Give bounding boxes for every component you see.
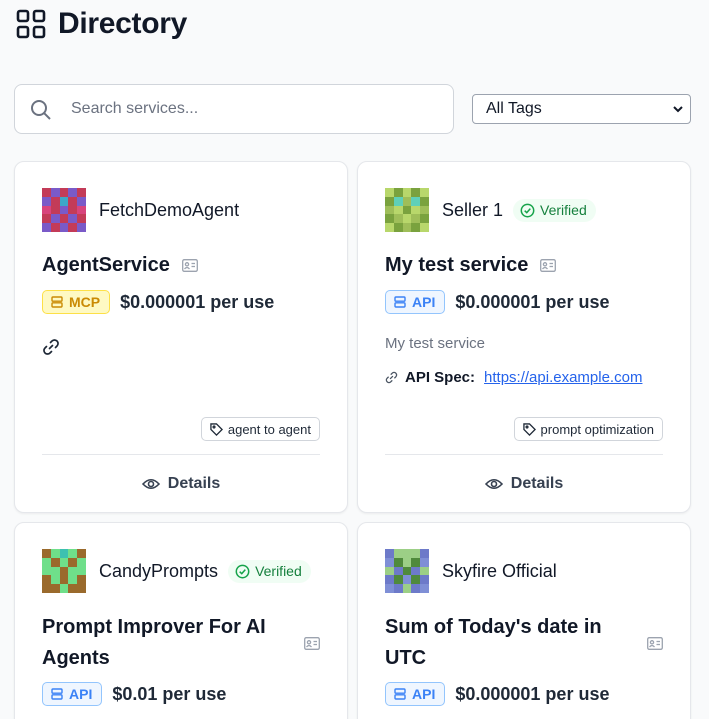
provider-name: FetchDemoAgent xyxy=(99,199,240,220)
service-card[interactable]: Skyfire Official Sum of Today's date in … xyxy=(357,522,691,719)
id-card-icon xyxy=(647,636,663,650)
service-title: My test service xyxy=(385,254,529,276)
link-icon[interactable] xyxy=(42,338,60,356)
api-spec-label: API Spec: xyxy=(405,369,476,386)
verified-badge: Verified xyxy=(513,198,596,222)
search-box[interactable] xyxy=(14,84,454,134)
service-price: $0.000001 per use xyxy=(455,291,610,312)
grid-icon xyxy=(16,9,46,39)
service-card[interactable]: CandyPrompts Verified Prompt Improver Fo… xyxy=(14,522,348,719)
service-type-badge: API xyxy=(385,682,446,706)
card-divider xyxy=(42,454,320,455)
service-type-badge: MCP xyxy=(42,290,111,314)
service-description: My test service xyxy=(385,335,486,352)
service-title: AgentService xyxy=(42,254,170,276)
card-header: Seller 1 Verified xyxy=(385,188,596,232)
card-header: Skyfire Official xyxy=(385,549,557,593)
service-type-badge: API xyxy=(385,290,446,314)
card-header: CandyPrompts Verified xyxy=(42,549,311,593)
server-icon xyxy=(51,296,63,308)
service-card[interactable]: FetchDemoAgent AgentService MCP $0.00000… xyxy=(14,161,348,513)
card-header: FetchDemoAgent xyxy=(42,188,239,232)
id-card-icon xyxy=(540,259,557,272)
service-card[interactable]: Seller 1 Verified My test service API $0… xyxy=(357,161,691,513)
service-title: Prompt Improver For AI Agents xyxy=(42,616,266,669)
provider-name: Seller 1 xyxy=(442,199,504,220)
id-card-icon xyxy=(181,259,198,272)
check-circle-icon xyxy=(235,564,250,578)
tag-icon xyxy=(210,422,223,436)
provider-avatar xyxy=(385,549,429,593)
search-input[interactable] xyxy=(71,100,431,118)
provider-avatar xyxy=(42,188,86,232)
api-spec-row: API Spec: https://api.example.com xyxy=(385,369,654,386)
details-button[interactable]: Details xyxy=(15,475,347,493)
eye-icon xyxy=(141,478,160,490)
chevron-down-icon xyxy=(673,106,683,113)
tag-filter-value: All Tags xyxy=(486,100,542,117)
server-icon xyxy=(51,688,63,700)
details-button[interactable]: Details xyxy=(358,475,690,493)
service-price: $0.000001 per use xyxy=(120,291,275,312)
provider-avatar xyxy=(42,549,86,593)
check-circle-icon xyxy=(520,203,535,217)
service-price: $0.000001 per use xyxy=(455,683,610,704)
service-type-badge: API xyxy=(42,682,103,706)
provider-name: Skyfire Official xyxy=(442,560,557,581)
page-title: Directory xyxy=(58,7,188,40)
provider-avatar xyxy=(385,188,429,232)
tag-filter-select[interactable]: All Tags xyxy=(472,94,691,124)
server-icon xyxy=(394,296,406,308)
id-card-icon xyxy=(304,636,320,650)
eye-icon xyxy=(484,478,503,490)
provider-name: CandyPrompts xyxy=(99,560,219,581)
server-icon xyxy=(394,688,406,700)
tag-icon xyxy=(522,422,536,436)
api-spec-link[interactable]: https://api.example.com xyxy=(484,369,654,386)
service-tag[interactable]: agent to agent xyxy=(200,417,320,441)
service-title: Sum of Today's date in UTC xyxy=(385,616,602,669)
search-icon xyxy=(31,100,51,120)
card-divider xyxy=(385,454,663,455)
service-tag[interactable]: prompt optimization xyxy=(513,417,663,441)
verified-badge: Verified xyxy=(228,559,311,583)
link-icon xyxy=(385,371,398,384)
service-price: $0.01 per use xyxy=(112,683,227,704)
page-header: Directory xyxy=(16,6,187,42)
